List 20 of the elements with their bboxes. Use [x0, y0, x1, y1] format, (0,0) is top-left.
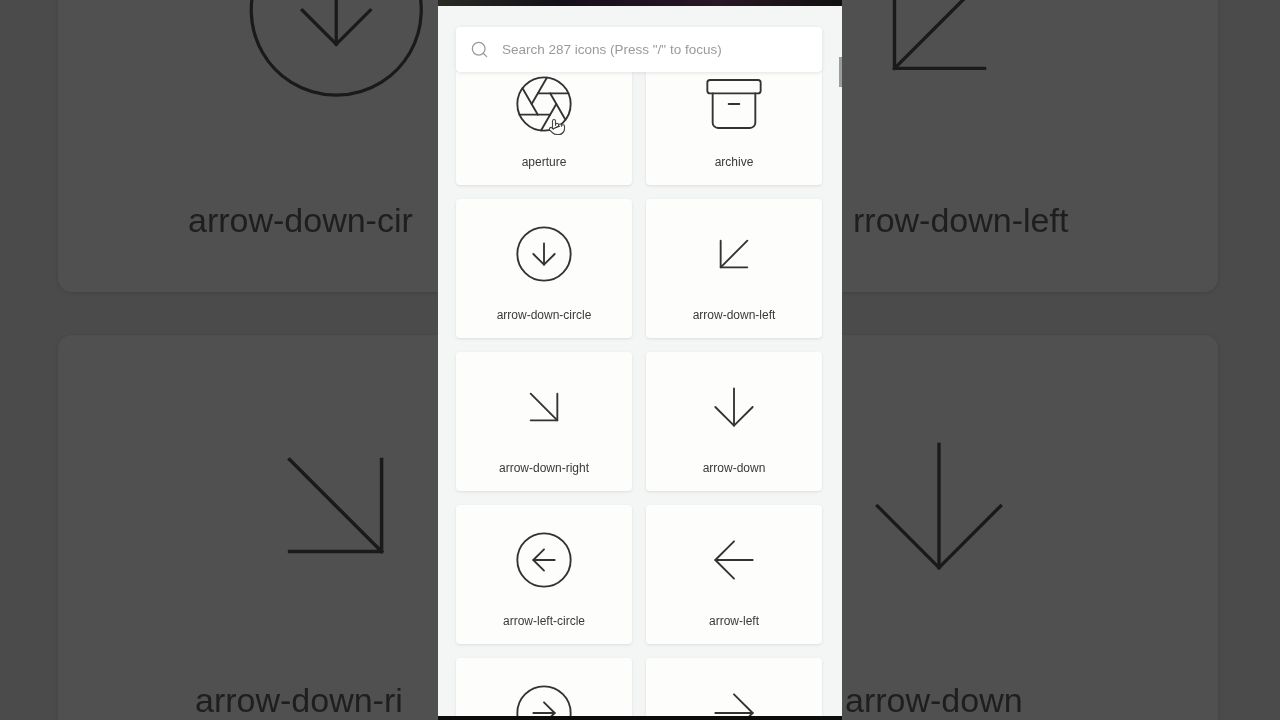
icon-label: arrow-down-circle: [496, 308, 592, 322]
icon-card[interactable]: arrow-left-circle: [456, 505, 632, 644]
icon-card[interactable]: arrow-down-circle: [456, 199, 632, 338]
search-icon: [470, 40, 489, 59]
icon-label: arrow-down: [702, 461, 766, 475]
search-input[interactable]: Search 287 icons (Press "/" to focus): [500, 41, 808, 58]
icon-card[interactable]: aperture: [456, 72, 632, 185]
icon-card[interactable]: arrow-down: [646, 352, 822, 491]
icon-card[interactable]: archive: [646, 72, 822, 185]
icon-label: arrow-left-circle: [503, 614, 585, 628]
icon-label: aperture: [521, 155, 567, 169]
cursor-icon: [548, 118, 566, 136]
icon-label: arrow-down-right: [499, 461, 589, 475]
icon-card[interactable]: arrow-left: [646, 505, 822, 644]
icon-card[interactable]: arrow-down-right: [456, 352, 632, 491]
search-field[interactable]: Search 287 icons (Press "/" to focus): [456, 27, 822, 72]
icon-card[interactable]: arrow-down-left: [646, 199, 822, 338]
icon-label: arrow-left: [709, 614, 759, 628]
icon-label: arrow-down-left: [692, 308, 776, 322]
icon-label: archive: [714, 155, 754, 169]
